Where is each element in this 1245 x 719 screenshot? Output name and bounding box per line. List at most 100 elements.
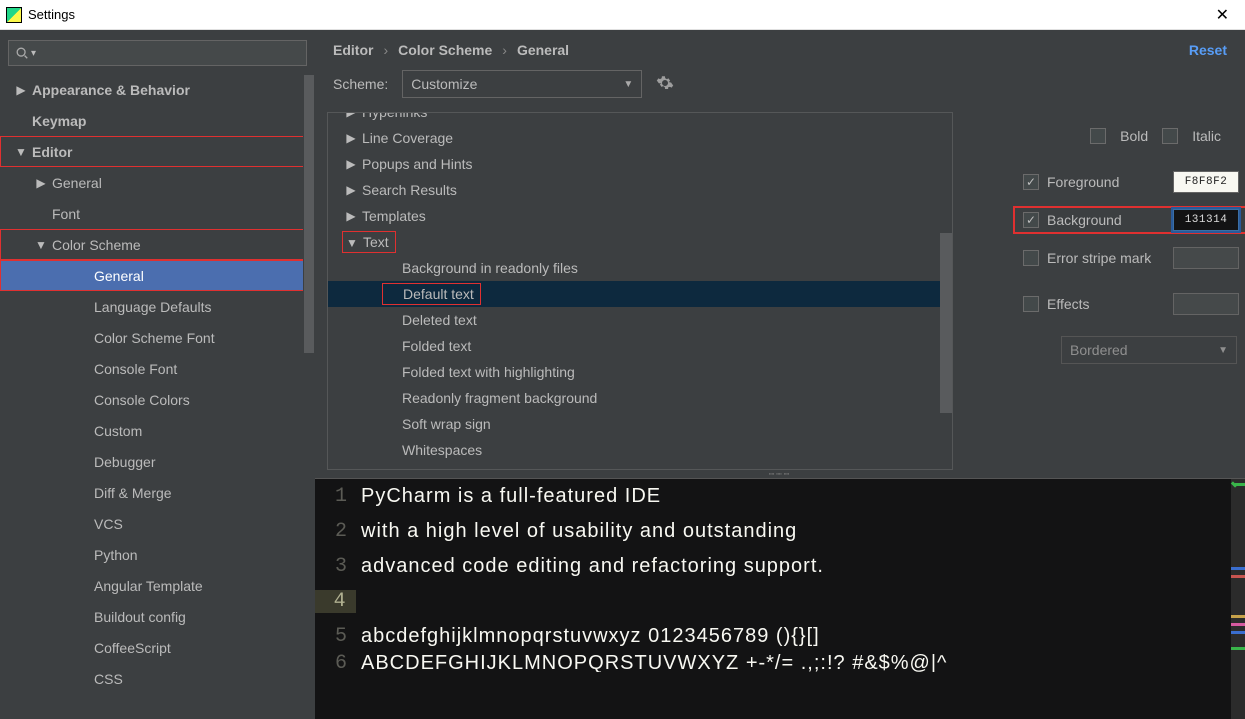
tree-item-label: Debugger bbox=[90, 454, 156, 470]
foreground-label: Foreground bbox=[1047, 174, 1165, 190]
sidebar-item-coffeescript[interactable]: CoffeeScript bbox=[0, 632, 315, 663]
sidebar-item-font[interactable]: Font bbox=[0, 198, 315, 229]
tree-item-label: CoffeeScript bbox=[90, 640, 171, 656]
italic-checkbox[interactable] bbox=[1162, 128, 1178, 144]
preview-line: 2with a high level of usability and outs… bbox=[315, 514, 1245, 549]
error-stripe-checkbox[interactable] bbox=[1023, 250, 1039, 266]
scheme-tree-item-label: Popups and Hints bbox=[358, 156, 473, 172]
sidebar-item-keymap[interactable]: Keymap bbox=[0, 105, 315, 136]
scheme-tree-item-soft-wrap-sign[interactable]: Soft wrap sign bbox=[328, 411, 952, 437]
preview-code-text: ABCDEFGHIJKLMNOPQRSTUVWXYZ +-*/= .,;:!? … bbox=[357, 654, 947, 672]
sidebar-item-console-font[interactable]: Console Font bbox=[0, 353, 315, 384]
tree-item-label: General bbox=[48, 175, 102, 191]
window-title-bar: Settings ✕ bbox=[0, 0, 1245, 30]
sidebar-item-language-defaults[interactable]: Language Defaults bbox=[0, 291, 315, 322]
scheme-tree-item-templates[interactable]: ▶Templates bbox=[328, 203, 952, 229]
tree-twisty-icon: ▼ bbox=[34, 238, 48, 252]
background-checkbox[interactable] bbox=[1023, 212, 1039, 228]
scheme-tree-scrollbar[interactable] bbox=[940, 113, 952, 469]
bold-checkbox[interactable] bbox=[1090, 128, 1106, 144]
window-title: Settings bbox=[28, 7, 1206, 22]
scheme-value: Customize bbox=[411, 76, 477, 92]
scheme-tree-item-default-text[interactable]: Default text bbox=[328, 281, 952, 307]
sidebar-item-general[interactable]: ▶General bbox=[0, 167, 315, 198]
error-stripe-color-swatch[interactable] bbox=[1173, 247, 1239, 269]
scheme-tree-item-text[interactable]: ▼Text bbox=[328, 229, 952, 255]
scheme-tree-item-readonly-fragment-background[interactable]: Readonly fragment background bbox=[328, 385, 952, 411]
preview-error-stripe bbox=[1231, 479, 1245, 719]
breadcrumb-color-scheme[interactable]: Color Scheme bbox=[398, 42, 492, 58]
tree-item-label: Appearance & Behavior bbox=[28, 82, 190, 98]
chevron-down-icon: ▼ bbox=[1218, 345, 1228, 356]
gear-icon[interactable] bbox=[656, 74, 674, 95]
tree-twisty-icon: ▶ bbox=[344, 183, 358, 197]
sidebar-item-color-scheme[interactable]: ▼Color Scheme bbox=[0, 229, 315, 260]
tree-item-label: Custom bbox=[90, 423, 142, 439]
sidebar-scrollbar[interactable] bbox=[303, 74, 315, 354]
breadcrumb-general: General bbox=[517, 42, 569, 58]
main-panel: Editor › Color Scheme › General Reset Sc… bbox=[315, 30, 1245, 719]
effects-color-swatch[interactable] bbox=[1173, 293, 1239, 315]
scheme-tree-item-label: Templates bbox=[358, 208, 426, 224]
gutter-line-number: 1 bbox=[315, 485, 357, 508]
color-scheme-items-tree[interactable]: ▶Hyperlinks▶Line Coverage▶Popups and Hin… bbox=[327, 112, 953, 470]
sidebar-item-css[interactable]: CSS bbox=[0, 663, 315, 694]
scheme-tree-item-line-coverage[interactable]: ▶Line Coverage bbox=[328, 125, 952, 151]
sidebar-item-console-colors[interactable]: Console Colors bbox=[0, 384, 315, 415]
color-scheme-preview[interactable]: 1PyCharm is a full-featured IDE2with a h… bbox=[315, 478, 1245, 719]
sidebar-item-angular-template[interactable]: Angular Template bbox=[0, 570, 315, 601]
preview-code-text: abcdefghijklmnopqrstuvwxyz 0123456789 ()… bbox=[357, 625, 820, 648]
sidebar-item-color-scheme-font[interactable]: Color Scheme Font bbox=[0, 322, 315, 353]
sidebar-item-editor[interactable]: ▼Editor bbox=[0, 136, 315, 167]
error-stripe-label: Error stripe mark bbox=[1047, 250, 1165, 266]
tree-twisty-icon: ▶ bbox=[344, 113, 358, 119]
tree-item-label: Angular Template bbox=[90, 578, 203, 594]
tree-item-label: Diff & Merge bbox=[90, 485, 172, 501]
scheme-tree-item-background-in-readonly-files[interactable]: Background in readonly files bbox=[328, 255, 952, 281]
effects-checkbox[interactable] bbox=[1023, 296, 1039, 312]
preview-code-text: PyCharm is a full-featured IDE bbox=[357, 485, 661, 508]
reset-link[interactable]: Reset bbox=[1189, 42, 1227, 58]
preview-resizer[interactable]: ┉┉┉ bbox=[315, 470, 1245, 478]
sidebar-item-buildout-config[interactable]: Buildout config bbox=[0, 601, 315, 632]
tree-twisty-icon: ▶ bbox=[14, 83, 28, 97]
scheme-dropdown[interactable]: Customize ▼ bbox=[402, 70, 642, 98]
effects-type-dropdown[interactable]: Bordered ▼ bbox=[1061, 336, 1237, 364]
breadcrumb-editor[interactable]: Editor bbox=[333, 42, 373, 58]
search-input[interactable]: ▾ bbox=[8, 40, 307, 66]
preview-line: 4 bbox=[315, 584, 1245, 619]
background-color-swatch[interactable]: 131314 bbox=[1173, 209, 1239, 231]
sidebar-item-diff-merge[interactable]: Diff & Merge bbox=[0, 477, 315, 508]
scheme-tree-item-deleted-text[interactable]: Deleted text bbox=[328, 307, 952, 333]
effects-type-value: Bordered bbox=[1070, 342, 1128, 358]
sidebar-item-debugger[interactable]: Debugger bbox=[0, 446, 315, 477]
tree-item-label: CSS bbox=[90, 671, 123, 687]
tree-item-label: Language Defaults bbox=[90, 299, 212, 315]
sidebar-item-general[interactable]: General bbox=[0, 260, 315, 291]
scheme-tree-item-folded-text[interactable]: Folded text bbox=[328, 333, 952, 359]
scheme-tree-item-hyperlinks[interactable]: ▶Hyperlinks bbox=[328, 113, 952, 125]
sidebar-item-appearance-behavior[interactable]: ▶Appearance & Behavior bbox=[0, 74, 315, 105]
scheme-tree-item-label: Folded text bbox=[398, 338, 471, 354]
window-close-button[interactable]: ✕ bbox=[1206, 5, 1239, 25]
sidebar-item-vcs[interactable]: VCS bbox=[0, 508, 315, 539]
chevron-right-icon: › bbox=[502, 42, 507, 58]
sidebar-item-python[interactable]: Python bbox=[0, 539, 315, 570]
bold-label: Bold bbox=[1120, 128, 1148, 144]
scheme-tree-item-popups-and-hints[interactable]: ▶Popups and Hints bbox=[328, 151, 952, 177]
breadcrumb: Editor › Color Scheme › General Reset bbox=[315, 30, 1245, 64]
scheme-tree-item-folded-text-with-highlighting[interactable]: Folded text with highlighting bbox=[328, 359, 952, 385]
foreground-color-swatch[interactable]: F8F8F2 bbox=[1173, 171, 1239, 193]
foreground-checkbox[interactable] bbox=[1023, 174, 1039, 190]
background-label: Background bbox=[1047, 212, 1165, 228]
gutter-line-number: 2 bbox=[315, 520, 357, 543]
settings-tree[interactable]: ▶Appearance & BehaviorKeymap▼Editor▶Gene… bbox=[0, 74, 315, 719]
tree-item-label: Buildout config bbox=[90, 609, 186, 625]
chevron-down-icon: ▾ bbox=[31, 48, 36, 59]
scheme-tree-item-search-results[interactable]: ▶Search Results bbox=[328, 177, 952, 203]
color-properties-panel: Bold Italic Foreground F8F8F2 Background… bbox=[953, 112, 1245, 470]
preview-code-text: with a high level of usability and outst… bbox=[357, 520, 797, 543]
scheme-tree-item-label: Readonly fragment background bbox=[398, 390, 597, 406]
sidebar-item-custom[interactable]: Custom bbox=[0, 415, 315, 446]
scheme-tree-item-whitespaces[interactable]: Whitespaces bbox=[328, 437, 952, 463]
